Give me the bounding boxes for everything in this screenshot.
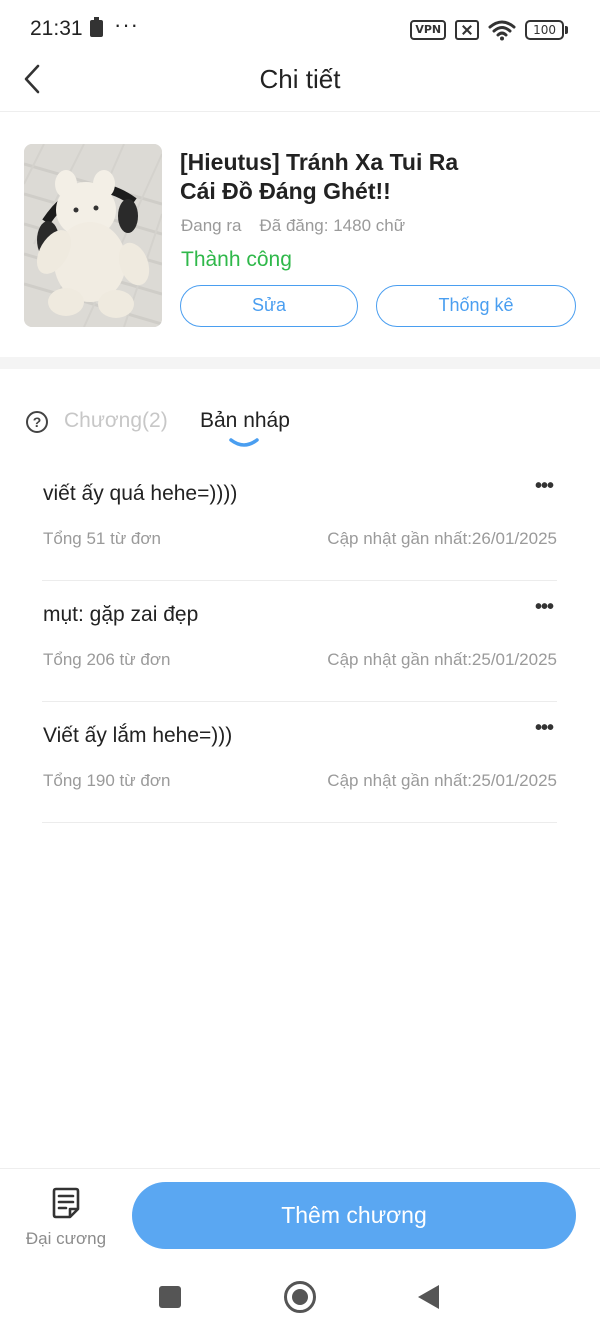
book-title-line-2: Cái Đồ Đáng Ghét!! (180, 178, 391, 204)
outline-button[interactable]: Đại cương (20, 1183, 112, 1251)
more-options-icon[interactable]: ••• (531, 718, 557, 744)
plush-bear-illustration (24, 144, 162, 327)
home-icon[interactable] (284, 1281, 316, 1313)
draft-updated: Cập nhật gần nhất:25/01/2025 (327, 650, 557, 669)
tab-bar: ? Chương(2) Bản nháp (0, 370, 600, 460)
outline-document-icon (52, 1187, 80, 1219)
book-cover-image[interactable] (24, 144, 162, 327)
outline-label: Đại cương (25, 1229, 107, 1248)
battery-icon: 100 (525, 20, 568, 40)
active-tab-indicator (229, 438, 259, 447)
drafts-list: viết ấy quá hehe=)))) ••• Tổng 51 từ đơn… (42, 460, 557, 823)
status-icons: VPN 100 (410, 19, 568, 41)
tab-chapters[interactable]: Chương(2) (64, 409, 168, 433)
system-nav-bar (0, 1258, 600, 1333)
vpn-icon: VPN (410, 20, 447, 40)
edit-button[interactable]: Sửa (180, 285, 358, 327)
statistics-button[interactable]: Thống kê (376, 285, 576, 327)
page-title: Chi tiết (259, 64, 341, 94)
draft-title: mụt: gặp zai đẹp (43, 603, 199, 626)
draft-word-count: Tổng 206 từ đơn (43, 650, 171, 669)
draft-updated: Cập nhật gần nhất:26/01/2025 (327, 529, 557, 548)
add-chapter-button[interactable]: Thêm chương (132, 1182, 576, 1249)
draft-title: Viết ấy lắm hehe=))) (43, 724, 233, 747)
section-divider (0, 357, 600, 369)
list-item[interactable]: mụt: gặp zai đẹp ••• Tổng 206 từ đơn Cập… (42, 581, 557, 702)
book-word-count: Đã đăng: 1480 chữ (259, 216, 406, 235)
list-item[interactable]: Viết ấy lắm hehe=))) ••• Tổng 190 từ đơn… (42, 702, 557, 823)
book-title: [Hieutus] Tránh Xa Tui Ra Cái Đồ Đáng Gh… (180, 148, 580, 206)
book-title-line-1: [Hieutus] Tránh Xa Tui Ra (180, 149, 459, 175)
review-status: Thành công (181, 248, 292, 271)
status-time: 21:31 (30, 17, 83, 40)
book-card: [Hieutus] Tránh Xa Tui Ra Cái Đồ Đáng Gh… (0, 112, 600, 357)
recent-apps-icon[interactable] (159, 1286, 181, 1308)
draft-updated: Cập nhật gần nhất:25/01/2025 (327, 771, 557, 790)
book-meta: Đang ra Đã đăng: 1480 chữ (181, 216, 405, 236)
wifi-icon (488, 20, 516, 41)
app-header: Chi tiết (0, 58, 600, 112)
draft-word-count: Tổng 51 từ đơn (43, 529, 161, 548)
battery-saver-icon (90, 17, 103, 37)
list-item[interactable]: viết ấy quá hehe=)))) ••• Tổng 51 từ đơn… (42, 460, 557, 581)
draft-word-count: Tổng 190 từ đơn (43, 771, 171, 790)
book-status: Đang ra (181, 216, 242, 235)
no-sim-icon (455, 20, 480, 40)
draft-title: viết ấy quá hehe=)))) (43, 482, 238, 505)
status-bar: 21:31 ··· VPN 100 (0, 0, 600, 58)
tab-drafts[interactable]: Bản nháp (200, 409, 290, 433)
more-options-icon[interactable]: ••• (531, 476, 557, 502)
help-icon[interactable]: ? (26, 411, 48, 433)
more-notifications-icon: ··· (114, 12, 139, 37)
bottom-action-bar: Đại cương Thêm chương (0, 1168, 600, 1258)
back-triangle-icon[interactable] (418, 1285, 439, 1309)
more-options-icon[interactable]: ••• (531, 597, 557, 623)
